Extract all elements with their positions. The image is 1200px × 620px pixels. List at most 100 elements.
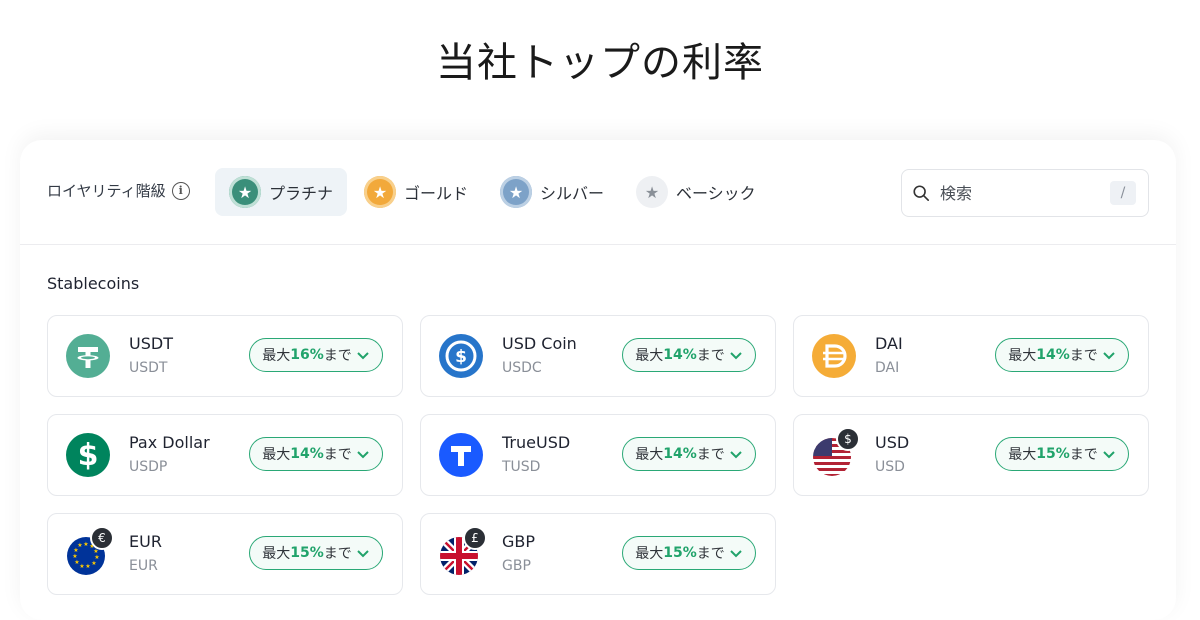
rate-prefix: 最大: [262, 546, 291, 562]
chevron-down-icon: [357, 352, 369, 360]
coin-card-usdp[interactable]: $ Pax Dollar USDP 最大 14% まで: [47, 414, 403, 496]
tier-gold[interactable]: ★ ゴールド: [350, 168, 482, 216]
rate-suffix: まで: [696, 348, 725, 364]
rate-dropdown[interactable]: 最大 14% まで: [249, 437, 383, 471]
tier-label: ベーシック: [676, 184, 756, 203]
search-input[interactable]: [938, 182, 1102, 204]
svg-text:★: ★: [79, 563, 84, 570]
rate-value: 14%: [290, 446, 324, 462]
loyalty-label: ロイヤリティ階級 i: [47, 180, 190, 201]
rate-dropdown[interactable]: 最大 15% まで: [995, 437, 1129, 471]
coin-symbol: DAI: [875, 360, 900, 376]
tier-label: プラチナ: [269, 184, 334, 203]
loyalty-label-text: ロイヤリティ階級: [47, 182, 166, 200]
star-icon: ★: [229, 176, 261, 208]
tier-label: ゴールド: [404, 184, 469, 203]
rate-value: 14%: [663, 347, 697, 363]
coin-card-usdt[interactable]: USDT USDT 最大 16% まで: [47, 315, 403, 397]
star-icon: ★: [500, 176, 532, 208]
coin-name: GBP: [502, 532, 536, 551]
chevron-down-icon: [730, 550, 742, 558]
info-icon[interactable]: i: [171, 181, 190, 200]
coin-name: DAI: [875, 334, 903, 353]
coin-card-usdc[interactable]: $ USD Coin USDC 最大 14% まで: [420, 315, 776, 397]
euro-sign-icon: €: [90, 526, 114, 550]
rate-prefix: 最大: [262, 348, 291, 364]
rate-prefix: 最大: [635, 348, 664, 364]
rate-dropdown[interactable]: 最大 14% まで: [622, 437, 756, 471]
coin-name: USD Coin: [502, 334, 577, 353]
pax-dollar-icon: $: [66, 433, 110, 477]
svg-text:★: ★: [72, 553, 77, 560]
svg-text:★: ★: [77, 542, 82, 549]
chevron-down-icon: [1103, 451, 1115, 459]
rate-suffix: まで: [696, 546, 725, 562]
coin-grid: USDT USDT 最大 16% まで $ USD Coin USDC 最大 14% ま…: [47, 315, 1151, 605]
coin-symbol: GBP: [502, 558, 531, 574]
coin-name: Pax Dollar: [129, 433, 210, 452]
svg-text:$: $: [455, 347, 467, 367]
rate-suffix: まで: [696, 447, 725, 463]
svg-text:★: ★: [85, 563, 90, 570]
pound-sign-icon: £: [463, 526, 487, 550]
coin-card-eur[interactable]: ★ ★ ★ ★ ★ ★ ★ ★ ★ ★ ★ € EUR EUR 最大 15% まで: [47, 513, 403, 595]
star-icon: ★: [364, 176, 396, 208]
chevron-down-icon: [1103, 352, 1115, 360]
rate-value: 14%: [663, 446, 697, 462]
rate-suffix: まで: [323, 348, 352, 364]
rate-value: 15%: [663, 545, 697, 561]
coin-name: USD: [875, 433, 910, 452]
rate-dropdown[interactable]: 最大 15% まで: [622, 536, 756, 570]
coin-symbol: USD: [875, 459, 905, 475]
us-flag-icon: $: [812, 427, 860, 477]
tier-platinum[interactable]: ★ プラチナ: [215, 168, 348, 216]
tier-label: シルバー: [540, 184, 605, 203]
coin-card-gbp[interactable]: £ GBP GBP 最大 15% まで: [420, 513, 776, 595]
rate-dropdown[interactable]: 最大 15% まで: [249, 536, 383, 570]
rate-suffix: まで: [323, 447, 352, 463]
chevron-down-icon: [730, 352, 742, 360]
coin-card-tusd[interactable]: TrueUSD TUSD 最大 14% まで: [420, 414, 776, 496]
search-icon: [913, 185, 930, 202]
tier-silver[interactable]: ★ シルバー: [486, 168, 618, 216]
search-box: /: [901, 169, 1149, 217]
coin-symbol: USDT: [129, 360, 168, 376]
rate-dropdown[interactable]: 最大 16% まで: [249, 338, 383, 372]
tether-icon: [66, 334, 110, 378]
coin-symbol: TUSD: [502, 459, 541, 475]
rate-value: 14%: [1036, 347, 1070, 363]
coin-name: USDT: [129, 334, 173, 353]
filter-bar: ロイヤリティ階級 i ★ プラチナ ★ ゴールド ★ シルバー ★ ベーシック …: [20, 140, 1176, 245]
rate-value: 15%: [1036, 446, 1070, 462]
coin-symbol: USDP: [129, 459, 168, 475]
rate-suffix: まで: [323, 546, 352, 562]
chevron-down-icon: [730, 451, 742, 459]
star-icon: ★: [636, 176, 668, 208]
coin-symbol: EUR: [129, 558, 158, 574]
rate-prefix: 最大: [635, 447, 664, 463]
rate-prefix: 最大: [1008, 348, 1037, 364]
dai-icon: [812, 334, 856, 378]
rate-suffix: まで: [1069, 447, 1098, 463]
dollar-sign-icon: $: [836, 427, 860, 451]
svg-text:$: $: [78, 438, 99, 473]
coin-card-dai[interactable]: DAI DAI 最大 14% まで: [793, 315, 1149, 397]
section-title: Stablecoins: [47, 274, 140, 293]
chevron-down-icon: [357, 451, 369, 459]
search-shortcut-key: /: [1110, 181, 1136, 205]
page-title: 当社トップの利率: [436, 40, 764, 86]
rate-value: 15%: [290, 545, 324, 561]
rate-dropdown[interactable]: 最大 14% まで: [622, 338, 756, 372]
rate-value: 16%: [290, 347, 324, 363]
svg-text:★: ★: [91, 560, 96, 567]
rate-prefix: 最大: [635, 546, 664, 562]
tier-basic[interactable]: ★ ベーシック: [622, 168, 770, 216]
usdc-icon: $: [439, 334, 483, 378]
rate-prefix: 最大: [1008, 447, 1037, 463]
rate-dropdown[interactable]: 最大 14% まで: [995, 338, 1129, 372]
coin-card-usd[interactable]: $ USD USD 最大 15% まで: [793, 414, 1149, 496]
svg-text:★: ★: [83, 541, 88, 548]
coin-symbol: USDC: [502, 360, 542, 376]
uk-flag-icon: £: [439, 526, 487, 576]
eu-flag-icon: ★ ★ ★ ★ ★ ★ ★ ★ ★ ★ ★ €: [66, 526, 114, 576]
